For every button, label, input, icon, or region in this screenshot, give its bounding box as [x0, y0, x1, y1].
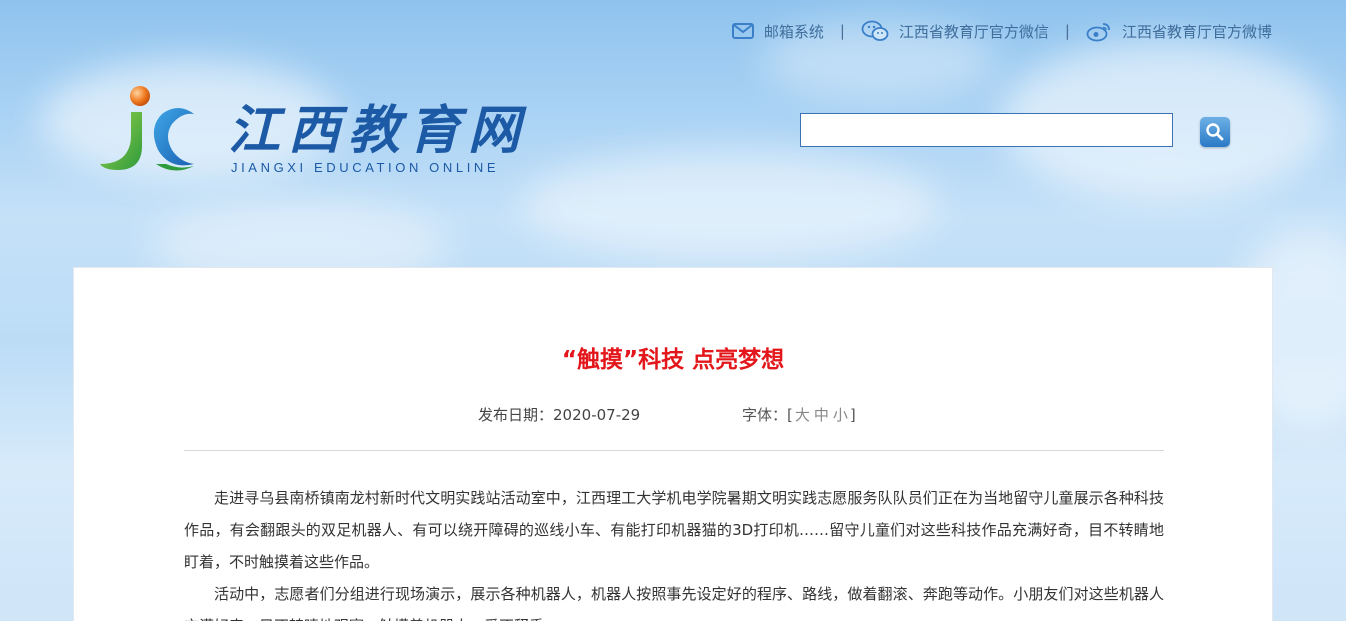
weibo-link[interactable]: 江西省教育厅官方微博 [1086, 20, 1272, 42]
article-paragraph: 走进寻乌县南桥镇南龙村新时代文明实践站活动室中，江西理工大学机电学院暑期文明实践… [184, 489, 1164, 571]
article-title: “触摸”科技 点亮梦想 [561, 347, 785, 373]
font-large-link[interactable]: 大 [795, 406, 810, 424]
title-divider [184, 450, 1164, 451]
weibo-link-label: 江西省教育厅官方微博 [1121, 22, 1272, 41]
logo-chinese-name: 江西教育网 [228, 100, 529, 161]
font-small-link[interactable]: 小 [833, 406, 848, 424]
link-separator: | [839, 22, 845, 40]
search-button[interactable] [1200, 117, 1230, 147]
wechat-icon [861, 20, 889, 41]
article-body: 走进寻乌县南桥镇南龙村新时代文明实践站活动室中，江西理工大学机电学院暑期文明实践… [184, 482, 1164, 621]
search-input[interactable] [800, 113, 1173, 147]
font-medium-link[interactable]: 中 [814, 406, 829, 424]
mail-link[interactable]: 邮箱系统 [731, 21, 824, 42]
font-size-label: 字体： [742, 406, 788, 424]
wechat-link[interactable]: 江西省教育厅官方微信 [861, 20, 1049, 42]
background-cloud [520, 150, 940, 260]
weibo-icon [1086, 23, 1110, 42]
publish-date-value: 2020-07-29 [553, 406, 641, 424]
jx-logo-icon [100, 86, 194, 171]
link-separator: | [1064, 22, 1070, 40]
mail-link-label: 邮箱系统 [763, 22, 824, 41]
publish-date-label: 发布日期： [478, 406, 554, 424]
bracket-close: ] [849, 406, 856, 424]
article-panel: “触摸”科技 点亮梦想 发布日期：2020-07-29 字体：[大中小] 走进寻… [73, 267, 1273, 621]
logo-english-name: JIANGXI EDUCATION ONLINE [231, 160, 500, 175]
bracket-open: [ [787, 406, 793, 424]
top-links: 邮箱系统 | 江西省教育厅官方微信 | 江西省教育厅官方微博 [731, 20, 1272, 42]
mail-icon [731, 23, 754, 39]
font-size-control: 字体：[大中小] [742, 404, 856, 425]
wechat-link-label: 江西省教育厅官方微信 [898, 22, 1049, 41]
article-paragraph: 活动中，志愿者们分组进行现场演示，展示各种机器人，机器人按照事先设定好的程序、路… [184, 585, 1164, 621]
search-icon [1206, 123, 1224, 141]
site-logo[interactable]: 江西教育网 JIANGXI EDUCATION ONLINE [98, 84, 528, 180]
publish-date: 发布日期：2020-07-29 [478, 404, 640, 425]
